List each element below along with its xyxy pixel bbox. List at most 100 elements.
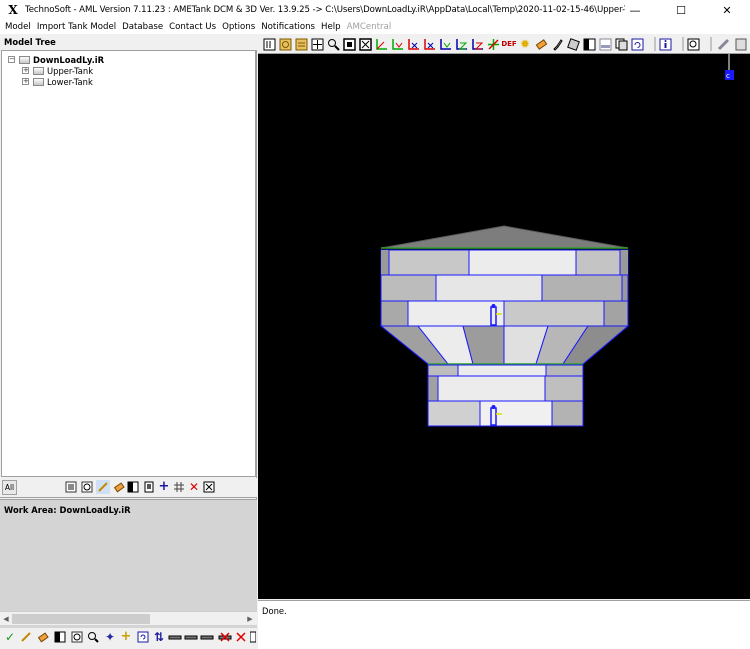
view-yz-icon[interactable] <box>390 37 404 51</box>
lower-tank-shell <box>427 363 584 427</box>
bottom-toolbar: ✓ ✦ + ⇅ <box>0 628 257 649</box>
grid-icon[interactable] <box>172 480 186 494</box>
split-view-icon[interactable] <box>53 630 67 644</box>
viewer-toolbar: DEF ✹ <box>258 34 750 54</box>
split-view-icon[interactable] <box>126 480 140 494</box>
line-icon[interactable] <box>168 630 182 644</box>
folder-icon <box>33 66 44 75</box>
work-area-label: Work Area: DownLoadLy.iR <box>4 505 131 515</box>
wireframe-icon[interactable] <box>598 37 612 51</box>
cut-icon[interactable] <box>734 37 748 51</box>
collapse-icon[interactable]: − <box>8 56 15 63</box>
tree-node-root[interactable]: − DownLoadLy.iR <box>8 54 104 65</box>
brush-icon[interactable] <box>550 37 564 51</box>
layers-icon[interactable] <box>294 37 308 51</box>
expand-icon[interactable]: + <box>22 78 29 85</box>
preview-icon[interactable] <box>686 37 700 51</box>
scroll-thumb[interactable] <box>12 614 150 624</box>
menu-help[interactable]: Help <box>318 22 344 32</box>
upper-tank-cone <box>379 325 630 365</box>
page-icon[interactable] <box>142 480 156 494</box>
left-pane: Model Tree − DownLoadLy.iR + Upper-Tank … <box>0 34 257 649</box>
pencil-icon[interactable] <box>19 630 33 644</box>
view-zz-icon[interactable] <box>470 37 484 51</box>
eraser-icon[interactable] <box>36 630 50 644</box>
tree-node-label: Lower-Tank <box>47 76 93 87</box>
minimize-button[interactable]: — <box>612 0 658 20</box>
view-xz-icon[interactable] <box>406 37 420 51</box>
status-panel: Done. <box>258 600 750 649</box>
refresh-icon[interactable] <box>136 630 150 644</box>
line-icon[interactable] <box>200 630 214 644</box>
pencil-icon[interactable] <box>96 480 110 494</box>
view-xy-icon[interactable] <box>374 37 388 51</box>
folder-icon <box>19 55 30 64</box>
copy-icon[interactable] <box>614 37 628 51</box>
model-tree-header: Model Tree <box>0 34 257 50</box>
eraser-icon[interactable] <box>112 480 126 494</box>
delete-icon[interactable]: ✕ <box>187 480 201 494</box>
view-yx-icon[interactable] <box>422 37 436 51</box>
frame-icon[interactable] <box>64 480 78 494</box>
title-bar: X TechnoSoft - AML Version 7.11.23 : AME… <box>0 0 750 20</box>
zoom-icon[interactable] <box>70 630 84 644</box>
status-text: Done. <box>262 606 287 616</box>
eraser-icon[interactable] <box>534 37 548 51</box>
compass-icon[interactable]: ✦ <box>103 630 117 644</box>
folder-icon <box>33 77 44 86</box>
def-icon[interactable]: DEF <box>501 37 516 51</box>
cross-icon[interactable] <box>234 630 248 644</box>
expand-icon[interactable]: + <box>22 67 29 74</box>
orientation-cube-icon[interactable]: c <box>725 54 734 80</box>
tree-node-label: Upper-Tank <box>47 65 94 76</box>
rotate-icon[interactable] <box>630 37 644 51</box>
select-icon[interactable] <box>262 37 276 51</box>
horizontal-scrollbar[interactable]: ◀ ▶ <box>0 611 257 625</box>
pan-icon[interactable] <box>310 37 324 51</box>
menu-import-tank-model[interactable]: Import Tank Model <box>34 22 119 32</box>
tree-node-lower-tank[interactable]: + Lower-Tank <box>22 76 93 87</box>
zoom-window-icon[interactable] <box>86 630 100 644</box>
check-icon[interactable]: ✓ <box>3 630 17 644</box>
app-logo-icon: X <box>8 3 18 17</box>
zoom-window-icon[interactable] <box>342 37 356 51</box>
axes-icon[interactable] <box>486 37 500 51</box>
menu-model[interactable]: Model <box>2 22 34 32</box>
material-icon[interactable] <box>566 37 580 51</box>
fit-icon[interactable] <box>202 480 216 494</box>
menu-notifications[interactable]: Notifications <box>258 22 318 32</box>
all-button[interactable]: All <box>2 480 17 495</box>
menu-bar: Model Import Tank Model Database Contact… <box>0 20 750 34</box>
view-zy-icon[interactable] <box>438 37 452 51</box>
more-icon[interactable] <box>250 630 256 644</box>
menu-options[interactable]: Options <box>219 22 258 32</box>
zoom-icon[interactable] <box>326 37 340 51</box>
remove-line-icon[interactable] <box>218 630 232 644</box>
tree-toolbar: All + ✕ <box>0 478 257 498</box>
menu-amcentral[interactable]: AMCentral <box>344 22 395 32</box>
shade-icon[interactable] <box>582 37 596 51</box>
add-icon[interactable]: + <box>157 480 171 494</box>
svg-text:c: c <box>726 72 730 80</box>
layers-icon[interactable] <box>278 37 292 51</box>
menu-contact-us[interactable]: Contact Us <box>166 22 219 32</box>
light-icon[interactable]: ✹ <box>518 37 532 51</box>
sort-icon[interactable]: ⇅ <box>152 630 166 644</box>
view-zx-icon[interactable] <box>454 37 468 51</box>
tree-node-upper-tank[interactable]: + Upper-Tank <box>22 65 93 76</box>
zoom-frame-icon[interactable] <box>80 480 94 494</box>
fit-icon[interactable] <box>358 37 372 51</box>
ruler-icon[interactable] <box>716 37 730 51</box>
close-button[interactable]: ✕ <box>704 0 750 20</box>
add-icon[interactable]: + <box>119 630 133 644</box>
line-icon[interactable] <box>184 630 198 644</box>
scroll-right-icon[interactable]: ▶ <box>244 612 256 626</box>
menu-database[interactable]: Database <box>119 22 166 32</box>
info-icon[interactable] <box>658 37 672 51</box>
3d-viewport[interactable]: c <box>258 54 750 599</box>
tank-roof <box>380 225 629 249</box>
scroll-left-icon[interactable]: ◀ <box>0 612 12 626</box>
maximize-button[interactable]: ☐ <box>658 0 704 20</box>
window-title: TechnoSoft - AML Version 7.11.23 : AMETa… <box>25 5 625 15</box>
upper-tank-shell <box>380 249 629 327</box>
